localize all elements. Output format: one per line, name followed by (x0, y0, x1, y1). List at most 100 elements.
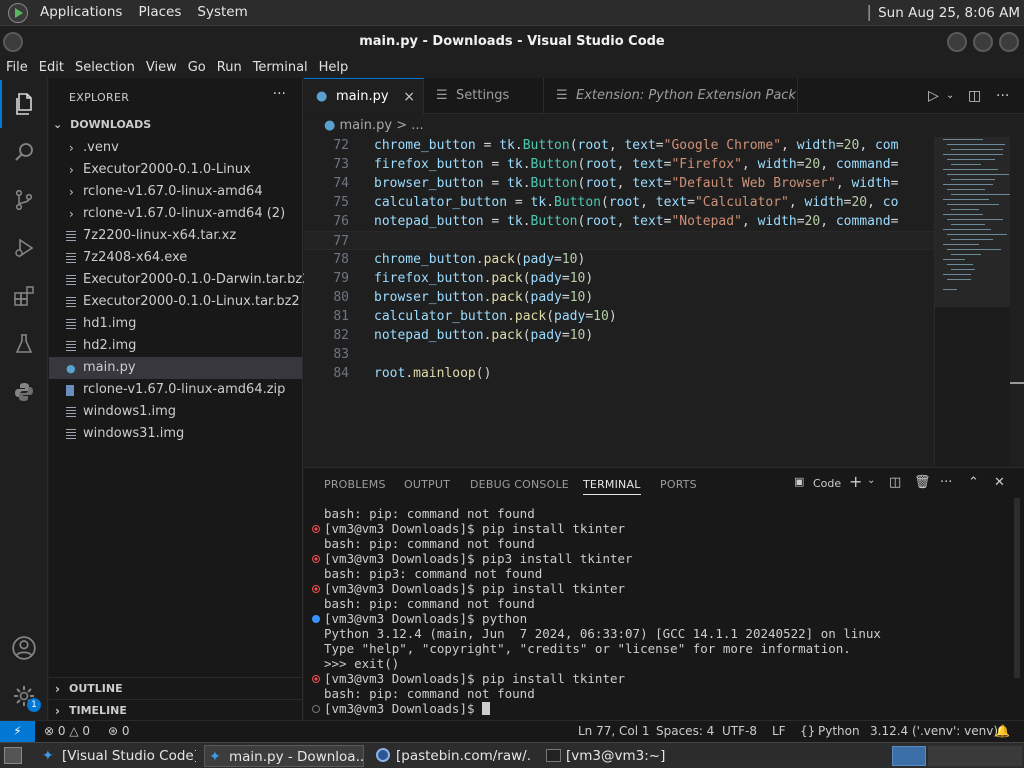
terminal[interactable]: bash: pip: command not found [vm3@vm3 Dow… (304, 504, 1024, 721)
trash-icon[interactable]: 🗑 (914, 475, 931, 490)
outline-section[interactable]: › OUTLINE (49, 677, 302, 699)
tab-settings[interactable]: ☰ Settings (424, 78, 544, 114)
python-interpreter[interactable]: 3.12.4 ('.venv': venv) (870, 721, 998, 742)
menu-go[interactable]: Go (182, 60, 211, 75)
tree-folder[interactable]: › rclone-v1.67.0-linux-amd64 (2) (49, 203, 302, 225)
tab-output[interactable]: OUTPUT (404, 478, 450, 491)
tree-folder[interactable]: › Executor2000-0.1.0-Linux (49, 159, 302, 181)
timeline-section[interactable]: › TIMELINE (49, 699, 302, 721)
terminal-scrollbar[interactable] (1014, 498, 1020, 678)
explorer-icon[interactable] (0, 80, 48, 128)
tree-folder[interactable]: › rclone-v1.67.0-linux-amd64 (49, 181, 302, 203)
menu-help[interactable]: Help (313, 60, 354, 75)
menu-file[interactable]: File (0, 60, 33, 75)
more-editor-actions-icon[interactable]: ··· (996, 78, 1009, 114)
breadcrumb-rest[interactable]: ... (411, 118, 423, 133)
tree-file[interactable]: rclone-v1.67.0-linux-amd64.zip (49, 379, 302, 401)
tree-folder[interactable]: › .venv (49, 137, 302, 159)
scrollbar-thumb[interactable] (1010, 382, 1024, 384)
encoding[interactable]: UTF-8 (722, 721, 757, 742)
run-dropdown-icon[interactable]: ⌄ (946, 78, 954, 114)
minimize-button[interactable] (947, 32, 967, 52)
indentation[interactable]: Spaces: 4 (656, 721, 714, 742)
tab-debug-console[interactable]: DEBUG CONSOLE (470, 478, 569, 491)
run-debug-icon[interactable] (0, 224, 48, 272)
menu-terminal[interactable]: Terminal (247, 60, 313, 75)
tab-terminal[interactable]: TERMINAL (583, 478, 641, 495)
window-titlebar[interactable]: main.py - Downloads - Visual Studio Code (0, 25, 1024, 56)
command-pending-icon[interactable] (312, 705, 320, 713)
window-menu-icon[interactable] (3, 32, 23, 52)
task-browser[interactable]: [pastebin.com/raw/... (372, 745, 532, 767)
menu-view[interactable]: View (140, 60, 182, 75)
notifications-icon[interactable]: 🔔 (995, 721, 1010, 742)
remote-indicator-icon[interactable]: ⚡ (0, 721, 35, 743)
testing-icon[interactable] (0, 320, 48, 368)
tab-problems[interactable]: PROBLEMS (324, 478, 386, 491)
tree-file[interactable]: 7z2408-x64.exe (49, 247, 302, 269)
system-menu[interactable]: System (189, 0, 255, 25)
tab-extension-python-pack[interactable]: ☰ Extension: Python Extension Pack (544, 78, 798, 114)
search-icon[interactable] (0, 128, 48, 176)
minimap-slider[interactable] (935, 137, 1011, 307)
code-editor[interactable]: 72 chrome_button = tk.Button(root, text="… (304, 137, 1024, 467)
close-panel-icon[interactable]: ✕ (994, 475, 1005, 490)
close-window-button[interactable] (999, 32, 1019, 52)
command-error-icon[interactable] (312, 555, 320, 563)
ports-status[interactable]: ⊛ 0 (108, 721, 130, 742)
task-vscode[interactable]: ✦ [Visual Studio Code] (38, 745, 196, 767)
terminal-name[interactable]: Code (813, 477, 841, 490)
tree-file[interactable]: windows1.img (49, 401, 302, 423)
editor-scrollbar[interactable] (1010, 137, 1024, 467)
maximize-button[interactable] (973, 32, 993, 52)
menu-selection[interactable]: Selection (69, 60, 140, 75)
cursor-position[interactable]: Ln 77, Col 1 (578, 721, 650, 742)
split-terminal-icon[interactable]: ◫ (889, 475, 901, 490)
menu-edit[interactable]: Edit (33, 60, 69, 75)
tab-main-py[interactable]: ● main.py × (304, 78, 424, 114)
terminal-dropdown-icon[interactable]: ⌄ (867, 475, 875, 486)
tree-file[interactable]: Executor2000-0.1.0-Linux.tar.bz2 (49, 291, 302, 313)
workspace-switcher[interactable] (892, 746, 926, 766)
command-error-icon[interactable] (312, 675, 320, 683)
command-success-icon[interactable] (312, 615, 320, 623)
gnome-logo-icon[interactable] (8, 2, 28, 23)
tree-file[interactable]: 7z2200-linux-x64.tar.xz (49, 225, 302, 247)
tree-file[interactable]: hd1.img (49, 313, 302, 335)
places-menu[interactable]: Places (130, 0, 189, 25)
new-terminal-icon[interactable]: + (849, 472, 862, 491)
extensions-icon[interactable] (0, 272, 48, 320)
python-icon[interactable] (0, 368, 48, 416)
command-error-icon[interactable] (312, 585, 320, 593)
task-main-py[interactable]: ✦ main.py - Downloa... (204, 745, 364, 767)
tree-file[interactable]: hd2.img (49, 335, 302, 357)
split-editor-icon[interactable]: ◫ (968, 78, 981, 114)
folder-header-downloads[interactable]: ⌄ DOWNLOADS (53, 118, 151, 131)
close-tab-icon[interactable]: × (403, 79, 415, 115)
tree-file[interactable]: ● main.py (49, 357, 302, 379)
run-python-file-icon[interactable]: ▷ (928, 78, 939, 114)
show-desktop-button[interactable] (4, 747, 22, 764)
task-terminal[interactable]: [vm3@vm3:~] (542, 745, 702, 767)
maximize-panel-icon[interactable]: ⌃ (968, 475, 979, 490)
line-ending[interactable]: LF (772, 721, 786, 742)
more-actions-button[interactable]: ··· (273, 86, 286, 102)
account-icon[interactable] (0, 624, 48, 672)
code-line[interactable]: 77 (304, 231, 934, 250)
language-mode[interactable]: Python (818, 721, 860, 742)
workspace-area[interactable] (928, 746, 1022, 766)
source-control-icon[interactable] (0, 176, 48, 224)
clock[interactable]: Sun Aug 25, 8:06 AM (878, 5, 1024, 21)
applications-menu[interactable]: Applications (32, 0, 130, 25)
more-panel-actions-icon[interactable]: ··· (940, 475, 952, 490)
breadcrumb-file[interactable]: main.py (339, 118, 392, 133)
menu-run[interactable]: Run (211, 60, 247, 75)
terminal-text: bash: pip: command not found (324, 536, 535, 551)
tree-file[interactable]: windows31.img (49, 423, 302, 445)
minimap[interactable] (934, 137, 1015, 467)
tab-ports[interactable]: PORTS (660, 478, 697, 491)
command-error-icon[interactable] (312, 525, 320, 533)
tree-file[interactable]: Executor2000-0.1.0-Darwin.tar.bz2 (49, 269, 310, 291)
gear-icon[interactable]: 1 (0, 672, 48, 720)
problems-status[interactable]: ⊗ 0 △ 0 (44, 721, 90, 742)
